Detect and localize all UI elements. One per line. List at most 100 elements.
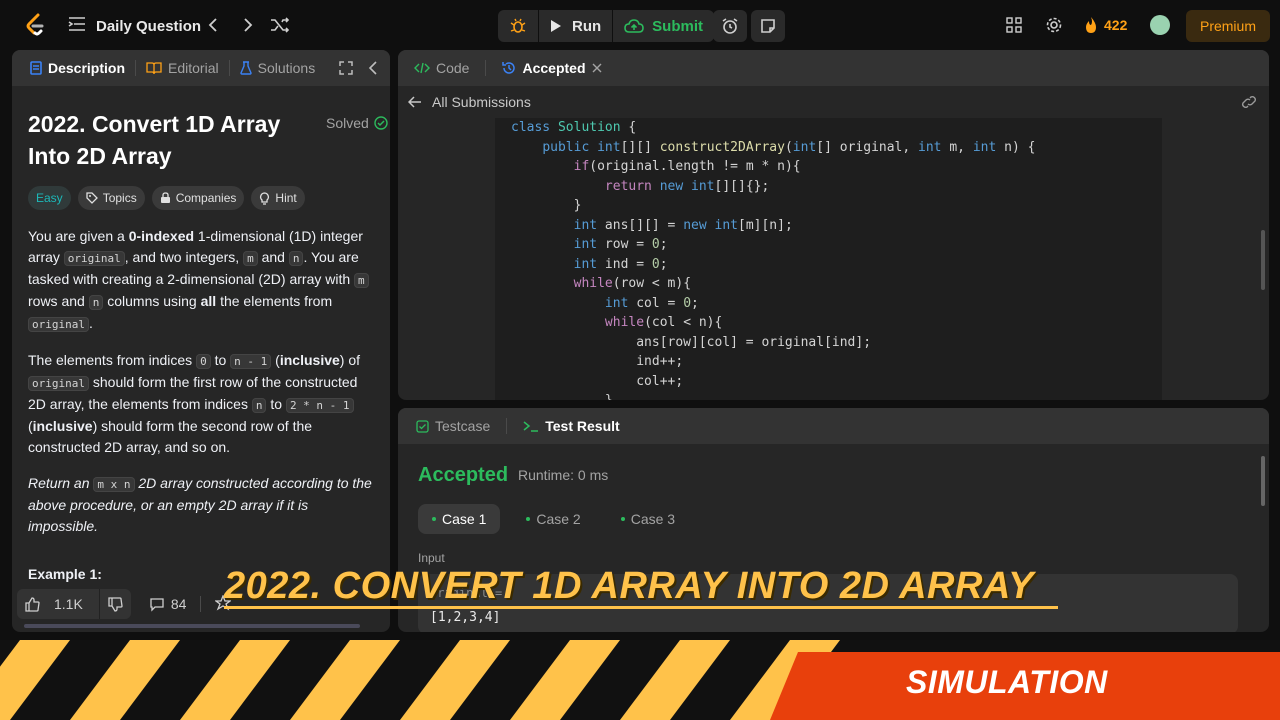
expand-button[interactable] bbox=[339, 61, 353, 78]
inline-code: m x n bbox=[93, 477, 135, 492]
arrow-left-icon bbox=[408, 96, 421, 108]
solved-status: Solved bbox=[326, 115, 388, 131]
tab-description-label: Description bbox=[48, 60, 126, 76]
tab-divider bbox=[485, 60, 487, 76]
tab-test-result[interactable]: Test Result bbox=[517, 418, 625, 434]
tab-code-label: Code bbox=[436, 60, 470, 76]
streak-counter[interactable]: 422 bbox=[1084, 16, 1127, 34]
case-tab[interactable]: Case 3 bbox=[607, 504, 689, 534]
check-circle-icon bbox=[374, 116, 388, 130]
desc-text: to bbox=[210, 352, 231, 368]
test-tabs: Testcase Test Result bbox=[398, 408, 1269, 444]
chevron-left-icon bbox=[368, 61, 377, 75]
settings-button[interactable] bbox=[1045, 16, 1063, 34]
result-scrollbar[interactable] bbox=[1261, 456, 1265, 506]
tab-editorial-label: Editorial bbox=[168, 60, 219, 76]
desc-text: rows and bbox=[28, 293, 89, 309]
desc-text: , and two integers, bbox=[124, 249, 244, 265]
notes-button[interactable] bbox=[751, 10, 785, 42]
run-button[interactable]: Run bbox=[539, 10, 612, 42]
description-paragraph: The elements from indices 0 to n - 1 (in… bbox=[28, 350, 378, 458]
overlay-title: 2022. CONVERT 1D ARRAY INTO 2D ARRAY bbox=[224, 565, 1034, 607]
streak-count: 422 bbox=[1104, 17, 1128, 33]
like-button[interactable]: 1.1K bbox=[17, 596, 99, 612]
collapse-panel-button[interactable] bbox=[368, 61, 378, 78]
desc-bold: inclusive bbox=[279, 352, 340, 368]
shuffle-icon bbox=[271, 17, 290, 33]
submit-label: Submit bbox=[652, 17, 704, 35]
inline-code: 2 * n - 1 bbox=[285, 398, 354, 413]
close-icon[interactable] bbox=[592, 63, 602, 73]
hint-button[interactable]: Hint bbox=[251, 186, 305, 210]
input-label: Input bbox=[418, 551, 445, 565]
difficulty-label: Easy bbox=[36, 191, 63, 205]
all-submissions-label: All Submissions bbox=[432, 94, 531, 110]
prev-question-button[interactable] bbox=[206, 16, 220, 34]
daily-question-label: Daily Question bbox=[96, 18, 202, 35]
desc-text: Return an bbox=[28, 475, 94, 491]
flame-icon bbox=[1086, 17, 1096, 33]
link-icon[interactable] bbox=[1241, 95, 1257, 109]
inline-code: m bbox=[243, 251, 258, 266]
problem-title[interactable]: 2022. Convert 1D Array Into 2D Array bbox=[28, 108, 318, 172]
desc-text: You are given a bbox=[28, 228, 129, 244]
code-content: class Solution { public int[][] construc… bbox=[511, 120, 1036, 400]
tab-testcase[interactable]: Testcase bbox=[410, 418, 496, 434]
description-paragraph: You are given a 0-indexed 1-dimensional … bbox=[28, 226, 378, 335]
terminal-icon bbox=[523, 421, 539, 432]
submit-button[interactable]: Submit bbox=[613, 10, 714, 42]
topic-tag: SIMULATION bbox=[906, 664, 1108, 700]
code-viewer[interactable]: class Solution { public int[][] construc… bbox=[495, 118, 1162, 400]
tab-solutions[interactable]: Solutions bbox=[234, 60, 322, 76]
comments-button[interactable]: 84 bbox=[149, 596, 186, 612]
debug-button[interactable] bbox=[498, 10, 538, 42]
desc-text: the elements from bbox=[216, 293, 333, 309]
case-label: Case 2 bbox=[536, 511, 581, 527]
desc-text: . bbox=[88, 315, 93, 331]
description-tabs: Description Editorial Solutions bbox=[12, 50, 390, 86]
next-question-button[interactable] bbox=[241, 16, 255, 34]
like-dislike-group: 1.1K bbox=[17, 589, 131, 619]
case-tab[interactable]: Case 2 bbox=[512, 504, 594, 534]
tab-description[interactable]: Description bbox=[24, 60, 131, 76]
tag-icon bbox=[86, 192, 98, 204]
list-icon bbox=[68, 16, 86, 37]
all-submissions-link[interactable]: All Submissions bbox=[398, 86, 1269, 118]
inline-code: original bbox=[28, 317, 89, 332]
history-icon bbox=[502, 62, 516, 74]
leetcode-logo-icon[interactable] bbox=[22, 12, 48, 38]
thumbs-down-icon bbox=[108, 596, 123, 612]
tab-accepted[interactable]: Accepted bbox=[496, 60, 607, 76]
book-icon bbox=[146, 62, 162, 75]
hint-label: Hint bbox=[275, 191, 297, 205]
case-tab[interactable]: Case 1 bbox=[418, 504, 501, 534]
case-label: Case 1 bbox=[442, 511, 487, 527]
topics-button[interactable]: Topics bbox=[77, 186, 145, 210]
problem-list-button[interactable]: Daily Question bbox=[68, 16, 201, 37]
tab-editorial[interactable]: Editorial bbox=[140, 60, 225, 76]
like-count: 1.1K bbox=[54, 596, 83, 612]
timer-button[interactable] bbox=[713, 10, 747, 42]
desc-text: and bbox=[257, 249, 289, 265]
horizontal-scrollbar[interactable] bbox=[24, 624, 360, 628]
premium-button[interactable]: Premium bbox=[1186, 10, 1270, 42]
tab-code[interactable]: Code bbox=[408, 60, 475, 76]
companies-button[interactable]: Companies bbox=[151, 186, 245, 210]
code-scrollbar[interactable] bbox=[1261, 230, 1265, 290]
top-bar: Daily Question Run Submit 422 Premium bbox=[0, 0, 1280, 50]
inline-code: 0 bbox=[196, 354, 211, 369]
code-panel: Code Accepted All Submissions class Solu… bbox=[398, 50, 1269, 400]
overlay-underline bbox=[224, 606, 1058, 609]
dislike-button[interactable] bbox=[98, 589, 131, 619]
desc-text: The elements from indices bbox=[28, 352, 197, 368]
comment-icon bbox=[150, 597, 164, 612]
avatar[interactable] bbox=[1150, 15, 1170, 35]
companies-label: Companies bbox=[175, 191, 237, 205]
flask-icon bbox=[239, 61, 252, 75]
inline-code: m bbox=[354, 273, 369, 288]
description-panel: Description Editorial Solutions 2022. Co… bbox=[12, 50, 390, 632]
random-question-button[interactable] bbox=[270, 16, 290, 34]
case-tabs: Case 1 Case 2 Case 3 bbox=[418, 504, 689, 534]
desc-text: ( bbox=[271, 352, 280, 368]
layout-button[interactable] bbox=[1006, 17, 1022, 33]
